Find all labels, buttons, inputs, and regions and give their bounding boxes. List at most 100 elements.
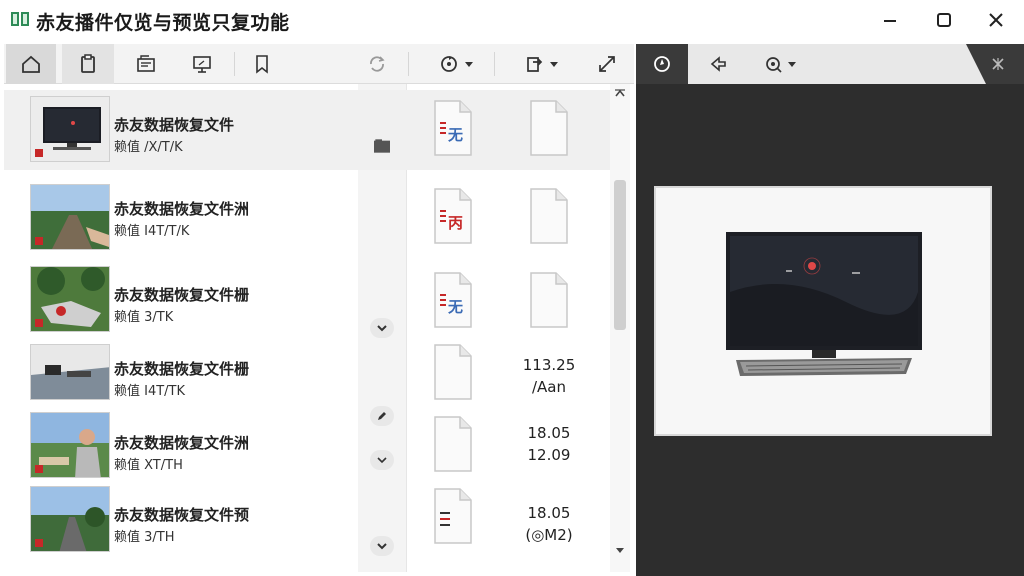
scrollbar-thumb[interactable] xyxy=(614,180,626,330)
expand-icon xyxy=(599,56,615,72)
clipboard-icon xyxy=(81,54,95,73)
bookmark-button[interactable] xyxy=(236,44,288,84)
info-icon xyxy=(654,56,670,72)
file-meta-secondary: 12.09 xyxy=(527,446,571,464)
chevron-down-icon xyxy=(377,543,387,550)
document-glyph: 无 xyxy=(448,126,464,144)
chevron-down-icon xyxy=(464,62,473,67)
file-meta: 18.05 12.09 xyxy=(504,422,594,466)
bookmark-icon xyxy=(256,55,268,74)
close-icon xyxy=(989,13,1003,27)
folder-icon xyxy=(374,139,390,153)
file-meta: 18.05 (◎M2) xyxy=(504,502,594,546)
main-toolbar xyxy=(4,44,634,84)
lined-document-icon xyxy=(434,488,472,544)
expand-row-button[interactable] xyxy=(370,450,394,470)
scroll-down-icon[interactable] xyxy=(614,544,626,556)
file-type-tag xyxy=(35,465,43,473)
file-subtitle: 赖值 3/TK xyxy=(114,310,174,325)
refresh-icon xyxy=(370,56,385,72)
desk-thumbnail-image xyxy=(31,345,109,399)
file-subtitle: 赖值 I4T/TK xyxy=(114,384,186,399)
refresh-button[interactable] xyxy=(352,44,402,84)
file-meta-secondary: (◎M2) xyxy=(525,526,573,544)
file-list: 赤友数据恢复文件 赖值 /X/T/K 无 赤友数据恢复文件洲 赖值 I4T/T/… xyxy=(4,84,630,572)
file-name: 赤友数据恢复文件洲 xyxy=(114,434,250,452)
file-row[interactable]: 赤友数据恢复文件栅 赖值 3/TK 无 xyxy=(4,260,610,340)
expand-row-button[interactable] xyxy=(370,536,394,556)
preview-toolbar-background xyxy=(636,44,986,84)
folder-view-button[interactable] xyxy=(120,44,172,84)
blank-document-icon xyxy=(434,416,472,472)
title-bar: 赤友播件仅览与预览只复功能 xyxy=(0,0,1024,40)
preview-close-button[interactable] xyxy=(986,54,1010,74)
file-type-tag xyxy=(35,539,43,547)
expand-row-button[interactable] xyxy=(370,318,394,338)
file-thumbnail xyxy=(30,96,110,162)
file-thumbnail xyxy=(30,184,110,250)
chevron-down-icon xyxy=(549,62,558,67)
expand-button[interactable] xyxy=(584,44,630,84)
file-name: 赤友数据恢复文件洲 xyxy=(114,200,250,218)
app-book-icon xyxy=(11,12,29,26)
vertical-scrollbar[interactable] xyxy=(610,84,630,572)
file-thumbnail xyxy=(30,344,110,400)
share-icon xyxy=(710,56,726,72)
clipboard-button[interactable] xyxy=(62,44,114,84)
export-icon xyxy=(526,57,542,72)
folder-button[interactable] xyxy=(370,136,394,156)
pen-icon xyxy=(378,412,386,420)
file-thumbnail xyxy=(30,486,110,552)
blank-document-icon xyxy=(434,344,472,400)
folder-view-icon xyxy=(137,55,155,72)
file-row[interactable]: 赤友数据恢复文件预 赖值 3/TH 18.05 (◎M2) xyxy=(4,482,610,562)
file-name: 赤友数据恢复文件预 xyxy=(114,506,250,524)
file-thumbnail xyxy=(30,412,110,478)
file-type-tag xyxy=(35,149,43,157)
minimize-icon xyxy=(884,20,896,22)
toolbar-divider xyxy=(408,52,409,76)
recover-dropdown-button[interactable] xyxy=(422,44,488,84)
blank-document-icon xyxy=(530,188,568,244)
share-button[interactable] xyxy=(692,44,744,84)
file-subtitle: 赖值 /X/T/K xyxy=(114,140,183,155)
file-subtitle: 赖值 I4T/T/K xyxy=(114,224,190,239)
preview-panel xyxy=(636,44,1024,576)
preview-toolbar xyxy=(636,44,1024,84)
file-row[interactable]: 赤友数据恢复文件洲 赖值 I4T/T/K 丙 xyxy=(4,180,610,256)
chevron-down-icon xyxy=(377,457,387,464)
toolbar-divider xyxy=(494,52,495,76)
export-dropdown-button[interactable] xyxy=(508,44,572,84)
chevron-down-icon xyxy=(377,325,387,332)
file-type-tag xyxy=(35,237,43,245)
file-meta: 113.25 /Aan xyxy=(504,354,594,398)
screen-button[interactable] xyxy=(176,44,228,84)
blank-document-icon xyxy=(530,100,568,156)
file-row[interactable]: 赤友数据恢复文件栅 赖值 I4T/TK 113.25 /Aan xyxy=(4,340,610,404)
view-options-button[interactable] xyxy=(750,44,810,84)
file-row[interactable]: 赤友数据恢复文件洲 赖值 XT/TH 18.05 12.09 xyxy=(4,406,610,482)
file-meta-secondary: /Aan xyxy=(531,378,566,396)
file-thumbnail xyxy=(30,266,110,332)
maximize-button[interactable] xyxy=(924,6,964,34)
blank-document-icon xyxy=(530,272,568,328)
edit-button[interactable] xyxy=(370,406,394,426)
info-button[interactable] xyxy=(636,44,688,84)
minimize-button[interactable] xyxy=(870,6,910,34)
file-row[interactable]: 赤友数据恢复文件 赖值 /X/T/K 无 xyxy=(4,90,610,170)
scroll-up-icon[interactable] xyxy=(614,88,626,100)
chevron-down-icon xyxy=(788,62,796,67)
close-icon xyxy=(992,58,1004,70)
file-type-tag xyxy=(35,319,43,327)
view-options-icon xyxy=(766,57,782,73)
file-subtitle: 赖值 XT/TH xyxy=(114,458,183,473)
home-button[interactable] xyxy=(6,44,56,84)
document-glyph: 丙 xyxy=(448,214,464,232)
close-button[interactable] xyxy=(976,6,1016,34)
file-subtitle: 赖值 3/TH xyxy=(114,530,175,545)
file-meta-primary: 18.05 xyxy=(527,424,571,442)
document-glyph: 无 xyxy=(448,298,464,316)
file-meta-primary: 18.05 xyxy=(527,504,571,522)
file-name: 赤友数据恢复文件栅 xyxy=(114,360,250,378)
screen-icon xyxy=(193,56,211,73)
